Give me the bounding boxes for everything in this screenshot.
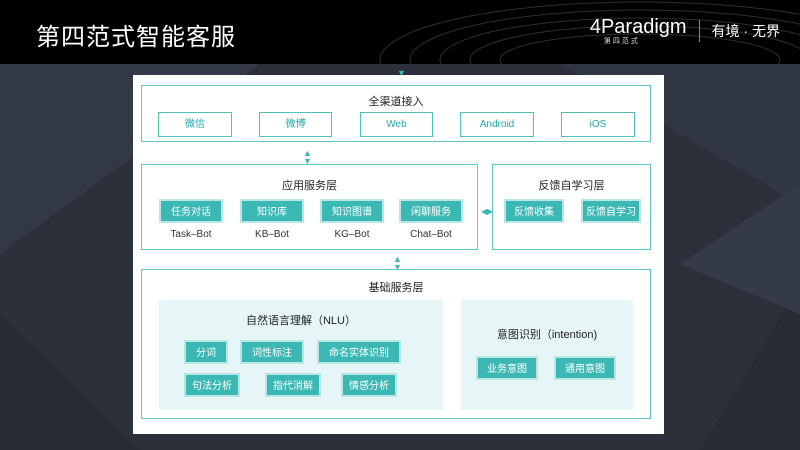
channel-web: Web <box>360 112 433 137</box>
channel-weibo: 微博 <box>259 112 332 137</box>
top-arrow-icon: ▼ <box>397 68 406 78</box>
feedback-collect: 反馈收集 <box>504 199 564 223</box>
service-chitchat: 闲聊服务 <box>399 199 463 223</box>
service-chat-caption: Chat–Bot <box>410 229 452 240</box>
nlu-title: 自然语言理解（NLU） <box>245 315 356 327</box>
page-title: 第四范式智能客服 <box>36 24 236 51</box>
app-layer-box: 应用服务层 任务对话 Task–Bot 知识库 KB–Bot 知识图谱 KG–B… <box>141 164 478 250</box>
feedback-self-learning: 反馈自学习 <box>581 199 641 223</box>
intention-general: 通用意图 <box>554 356 616 380</box>
brand-slogan: 有境 · 无界 <box>711 23 780 39</box>
nlu-pos-tagging: 词性标注 <box>240 340 304 364</box>
intention-title: 意图识别（intention) <box>496 329 598 341</box>
vertical-arrow-icon: ▲ ▼ <box>303 148 312 166</box>
feedback-layer-title: 反馈自学习层 <box>538 180 605 192</box>
channel-wechat: 微信 <box>158 112 232 137</box>
app-layer-title: 应用服务层 <box>282 180 337 192</box>
channel-android: Android <box>460 112 534 137</box>
nlu-coreference: 指代消解 <box>265 373 321 397</box>
architecture-diagram: ▼ 全渠道接入 微信 微博 Web Android iOS ▲ ▼ 应用服务层 任… <box>133 69 664 434</box>
service-knowledge-base: 知识库 <box>240 199 304 223</box>
nlu-syntax-analysis: 句法分析 <box>184 373 240 397</box>
header-bar: 第四范式智能客服 4Paradigm 第四范式 有境 · 无界 <box>0 0 800 64</box>
brand-subtitle: 第四范式 <box>603 38 640 45</box>
nlu-ner: 命名实体识别 <box>317 340 401 364</box>
brand: 4Paradigm 第四范式 有境 · 无界 <box>590 16 780 46</box>
access-layer-box: 全渠道接入 微信 微博 Web Android iOS <box>141 85 651 142</box>
nlu-segmentation: 分词 <box>184 340 228 364</box>
feedback-layer-box: 反馈自学习层 反馈收集 反馈自学习 <box>492 164 651 250</box>
base-layer-box: 基础服务层 自然语言理解（NLU） 分词 词性标注 命名实体识别 句法分析 指代… <box>141 269 651 419</box>
service-task-dialog: 任务对话 <box>159 199 223 223</box>
base-layer-title: 基础服务层 <box>368 282 424 294</box>
nlu-area: 自然语言理解（NLU） 分词 词性标注 命名实体识别 句法分析 指代消解 情感分… <box>159 300 443 410</box>
access-layer-title: 全渠道接入 <box>368 96 424 108</box>
service-kb-caption: KB–Bot <box>255 229 289 240</box>
service-kg-caption: KG–Bot <box>334 229 370 240</box>
channel-ios: iOS <box>561 112 635 137</box>
brand-wordmark: 4Paradigm <box>589 16 687 38</box>
service-task-caption: Task–Bot <box>170 229 212 240</box>
nlu-sentiment: 情感分析 <box>341 373 397 397</box>
brand-divider <box>698 20 700 42</box>
brand-logo: 4Paradigm 第四范式 <box>590 17 687 45</box>
service-knowledge-graph: 知识图谱 <box>320 199 384 223</box>
intention-area: 意图识别（intention) 业务意图 通用意图 <box>461 300 633 410</box>
intention-business: 业务意图 <box>476 356 538 380</box>
